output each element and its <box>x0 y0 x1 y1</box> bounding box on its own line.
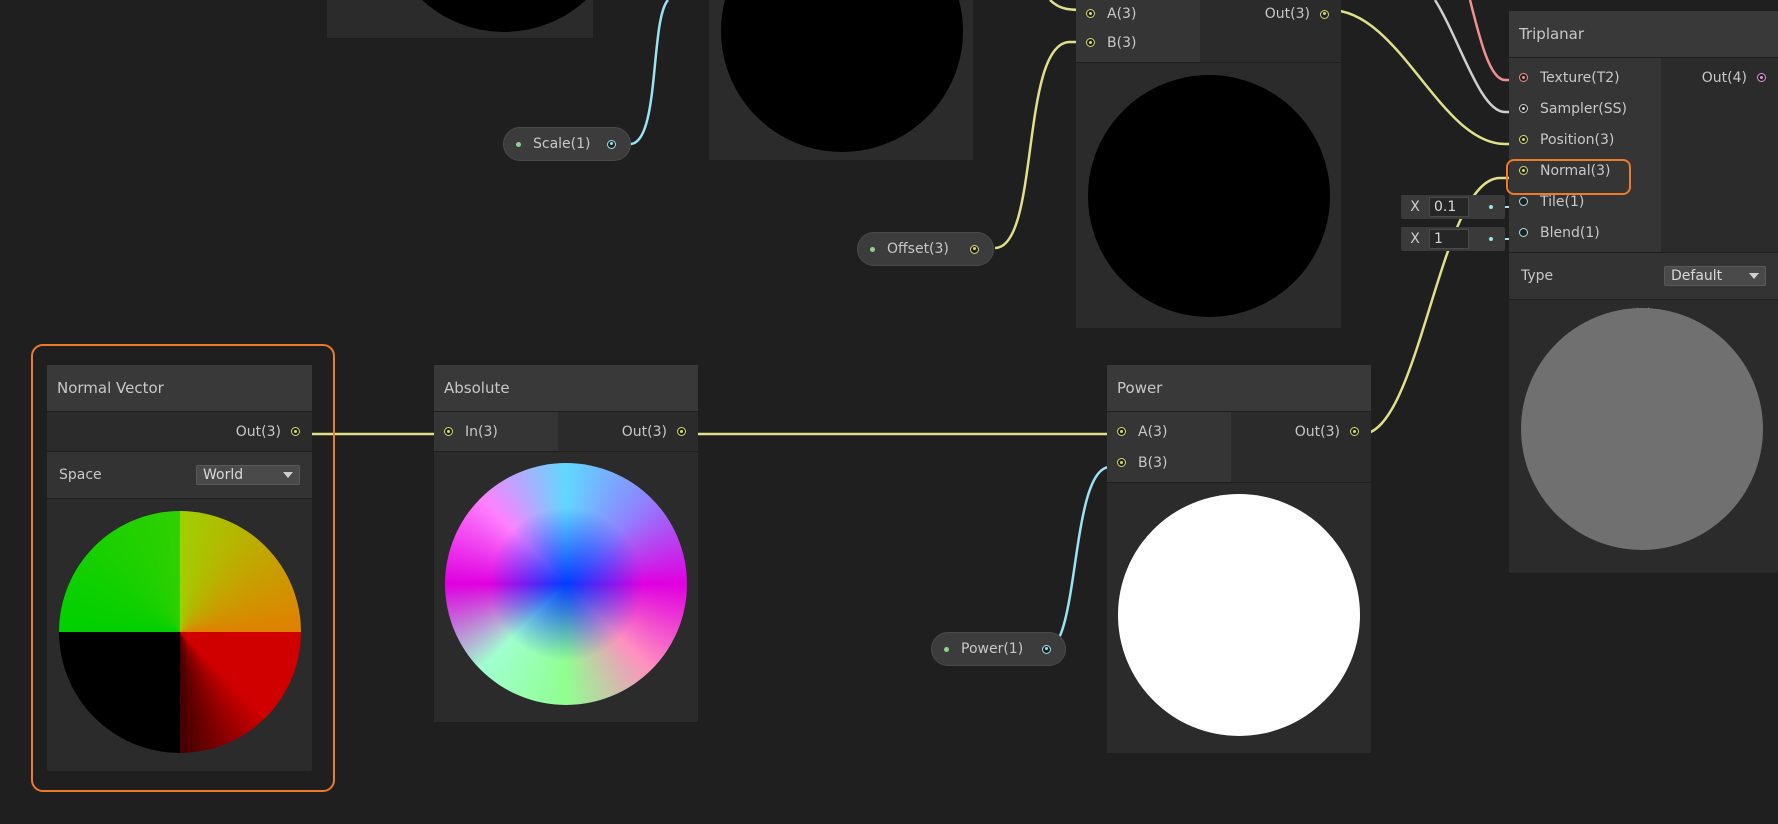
triplanar-port-out[interactable]: Out(4) <box>1702 62 1778 93</box>
triplanar-port-sampler[interactable]: Sampler(SS) <box>1509 93 1661 124</box>
power-title: Power <box>1107 365 1371 412</box>
power-port-b[interactable]: B(3) <box>1107 447 1231 478</box>
tile-axis-label: X <box>1410 199 1420 215</box>
triplanar-position-label: Position(3) <box>1540 131 1615 148</box>
triplanar-type-row: Type Default <box>1509 253 1778 300</box>
power-a-label: A(3) <box>1138 423 1168 440</box>
port-dot-icon[interactable] <box>677 427 686 436</box>
port-dot-icon[interactable] <box>1086 38 1095 48</box>
partial-node-topleft <box>327 0 593 38</box>
wire-add-to-position <box>1329 8 1520 146</box>
power-preview-sphere <box>1118 494 1360 736</box>
partial-preview-sphere <box>383 0 593 32</box>
triplanar-blend-label: Blend(1) <box>1540 224 1600 241</box>
port-dot-icon[interactable] <box>1042 644 1051 654</box>
offset-property[interactable]: Offset(3) <box>857 232 994 266</box>
port-dot-icon[interactable] <box>1519 197 1528 206</box>
add-port-b-label: B(3) <box>1107 34 1137 51</box>
port-dot-icon[interactable] <box>1519 104 1528 113</box>
normal-vector-highlight <box>31 344 335 792</box>
scale-property-label: Scale(1) <box>533 136 591 152</box>
partial-preview-node <box>709 0 973 160</box>
port-dot-icon[interactable] <box>1519 135 1528 144</box>
triplanar-preview-sphere <box>1521 308 1763 550</box>
tile-inline-input[interactable]: X 0.1 <box>1401 195 1505 219</box>
triplanar-tile-label: Tile(1) <box>1540 193 1585 210</box>
add-port-out[interactable]: Out(3) <box>1265 0 1341 28</box>
absolute-node[interactable]: Absolute In(3) Out(3) <box>434 365 698 722</box>
power-out-label: Out(3) <box>1294 423 1340 440</box>
wire-offset-to-add <box>994 40 1086 250</box>
black-preview-sphere <box>721 0 963 152</box>
add-port-a[interactable]: A(3) <box>1076 0 1200 27</box>
add-port-a-label: A(3) <box>1107 5 1137 22</box>
add-preview <box>1076 63 1341 328</box>
port-dot-icon[interactable] <box>1489 237 1493 241</box>
port-dot-icon[interactable] <box>1757 73 1766 82</box>
power-property[interactable]: Power(1) <box>931 632 1066 666</box>
wire-sampler <box>1433 0 1520 114</box>
blend-value-field[interactable]: 1 <box>1429 229 1469 249</box>
triplanar-sampler-label: Sampler(SS) <box>1540 100 1627 117</box>
power-property-label: Power(1) <box>961 641 1024 657</box>
triplanar-title: Triplanar <box>1509 11 1778 58</box>
triplanar-port-position[interactable]: Position(3) <box>1509 124 1661 155</box>
power-node[interactable]: Power A(3) B(3) Out(3) <box>1107 365 1371 753</box>
triplanar-type-label: Type <box>1521 268 1554 284</box>
absolute-in-label: In(3) <box>465 423 498 440</box>
blend-inline-input[interactable]: X 1 <box>1401 227 1505 251</box>
triplanar-preview <box>1509 300 1778 558</box>
power-preview <box>1107 483 1371 753</box>
triplanar-type-value: Default <box>1671 268 1723 284</box>
offset-property-label: Offset(3) <box>887 241 949 257</box>
absolute-port-in[interactable]: In(3) <box>434 416 558 447</box>
triplanar-node[interactable]: Triplanar Texture(T2) Sampler(SS) Positi… <box>1509 11 1778 573</box>
add-port-out-label: Out(3) <box>1264 6 1310 22</box>
triplanar-port-blend[interactable]: Blend(1) <box>1509 217 1661 248</box>
add-port-b[interactable]: B(3) <box>1076 27 1200 58</box>
wire-powerparam-to-b <box>1045 465 1116 652</box>
power-port-a[interactable]: A(3) <box>1107 416 1231 447</box>
triplanar-port-texture[interactable]: Texture(T2) <box>1509 62 1661 93</box>
absolute-port-out[interactable]: Out(3) <box>622 416 698 447</box>
triplanar-type-dropdown[interactable]: Default <box>1664 266 1766 286</box>
triplanar-out-label: Out(4) <box>1701 69 1747 86</box>
add-preview-sphere <box>1088 75 1330 317</box>
port-dot-icon[interactable] <box>1519 228 1528 237</box>
port-dot-icon[interactable] <box>1489 205 1493 209</box>
port-dot-icon[interactable] <box>970 244 979 254</box>
absolute-preview-sphere <box>445 463 687 705</box>
property-indicator-icon <box>870 246 875 252</box>
port-dot-icon[interactable] <box>1117 458 1126 467</box>
tile-value-field[interactable]: 0.1 <box>1429 197 1469 217</box>
port-dot-icon[interactable] <box>607 139 616 149</box>
triplanar-texture-label: Texture(T2) <box>1540 69 1620 86</box>
wire-scale-up <box>629 0 670 146</box>
absolute-out-label: Out(3) <box>621 423 667 440</box>
add-node[interactable]: A(3) B(3) Out(3) <box>1076 0 1341 328</box>
port-dot-icon[interactable] <box>1086 9 1095 19</box>
absolute-title: Absolute <box>434 365 698 412</box>
chevron-down-icon <box>1749 273 1759 279</box>
power-port-out[interactable]: Out(3) <box>1295 416 1371 447</box>
port-dot-icon[interactable] <box>1350 427 1359 436</box>
port-dot-icon[interactable] <box>1320 9 1329 19</box>
absolute-preview <box>434 452 698 722</box>
property-indicator-icon <box>944 646 949 652</box>
normal-port-highlight <box>1506 159 1631 195</box>
port-dot-icon[interactable] <box>1117 427 1126 436</box>
scale-property[interactable]: Scale(1) <box>503 127 631 161</box>
property-indicator-icon <box>516 141 521 147</box>
power-b-label: B(3) <box>1138 454 1168 471</box>
port-dot-icon[interactable] <box>444 427 453 436</box>
blend-axis-label: X <box>1410 231 1420 247</box>
port-dot-icon[interactable] <box>1519 73 1528 82</box>
